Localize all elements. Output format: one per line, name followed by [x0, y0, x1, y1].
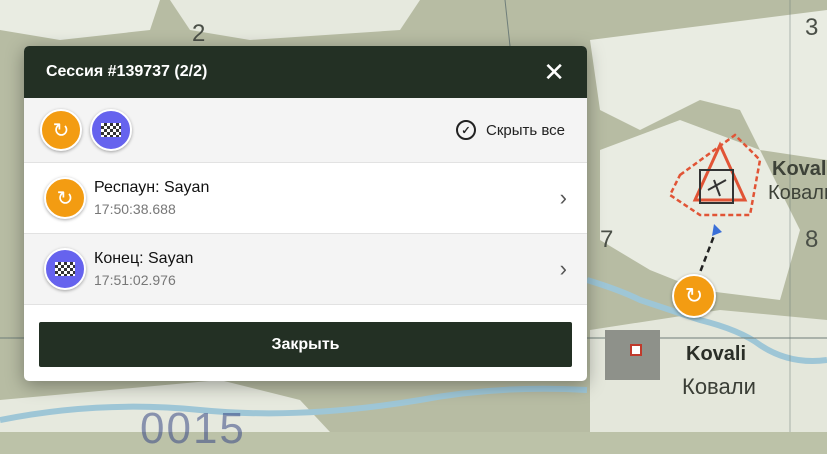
hide-all-button[interactable]: ✓ Скрыть все [455, 120, 571, 140]
event-row-respawn[interactable]: ↻ Респаун: Sayan 17:50:38.688 › [24, 163, 587, 234]
town-label-en-top: Kovali [772, 158, 827, 180]
hide-all-label: Скрыть все [485, 121, 565, 139]
town-label-en: Kovali [686, 343, 747, 365]
grid-number: 3 [805, 14, 819, 41]
town-label-ru: Ковали [682, 374, 756, 399]
event-time: 17:51:02.976 [94, 272, 176, 288]
event-row-finish[interactable]: Конец: Sayan 17:51:02.976 › [24, 234, 587, 305]
filter-respawn-button[interactable]: ↻ [40, 109, 82, 151]
event-icon: ↻ [44, 177, 86, 219]
close-icon[interactable]: ✕ [543, 59, 565, 85]
chevron-right-icon: › [559, 256, 567, 281]
finish-flag-icon [101, 123, 121, 137]
grid-number: 2 [192, 20, 206, 47]
respawn-icon: ↻ [684, 283, 704, 308]
respawn-icon: ↻ [56, 187, 74, 210]
close-button[interactable]: Закрыть [39, 322, 572, 367]
grid-number: 7 [600, 226, 614, 253]
event-time: 17:50:38.688 [94, 201, 176, 217]
session-dialog: Сессия #139737 (2/2) ✕ ↻ ✓ Скрыть все ↻ … [24, 46, 587, 381]
event-icon [44, 248, 86, 290]
finish-flag-icon [55, 262, 75, 276]
grid-code-label: 0015 [140, 404, 246, 453]
event-title: Респаун: Sayan [94, 179, 210, 196]
town-label-ru-top: Ковали [768, 182, 827, 204]
dialog-title: Сессия #139737 (2/2) [46, 63, 208, 80]
grid-number: 8 [805, 226, 819, 253]
respawn-map-marker[interactable]: ↻ [672, 274, 716, 318]
respawn-icon: ↻ [52, 119, 70, 142]
chevron-right-icon: › [559, 185, 567, 210]
dialog-header: Сессия #139737 (2/2) ✕ [24, 46, 587, 98]
check-circle-icon: ✓ [455, 120, 476, 140]
event-title: Конец: Sayan [94, 250, 194, 267]
dialog-toolbar: ↻ ✓ Скрыть все [24, 98, 587, 163]
filter-finish-button[interactable] [90, 109, 132, 151]
